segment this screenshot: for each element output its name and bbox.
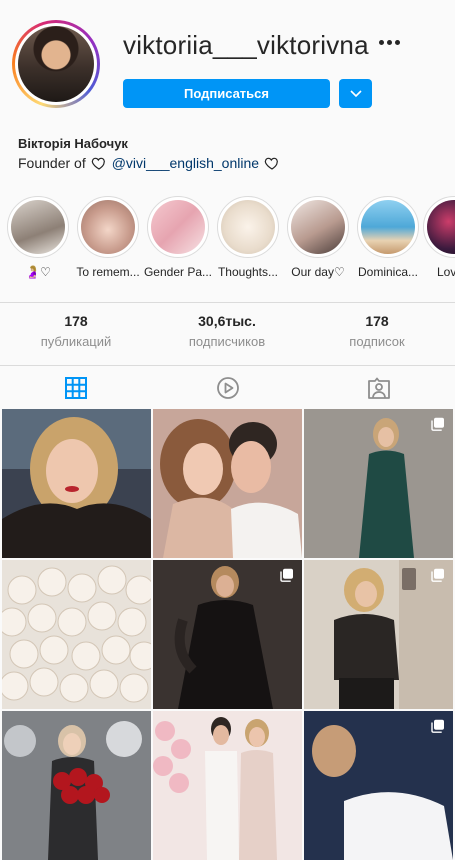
- heart-icon: [264, 157, 278, 170]
- followers-count-label: подписчиков: [188, 334, 266, 349]
- story-highlights: 🤰🏼♡ To remem... Gender Pa... Thoughts...…: [0, 196, 455, 288]
- multiple-posts-icon: [280, 568, 293, 582]
- following-count-value: 178: [365, 313, 389, 329]
- posts-count: 178 публикаций: [11, 313, 141, 349]
- bio-prefix: Founder of: [18, 155, 86, 171]
- post-image: [153, 560, 302, 709]
- highlight-item[interactable]: To remem...: [73, 196, 143, 279]
- highlight-item[interactable]: Our day♡: [283, 196, 353, 279]
- highlight-item[interactable]: Gender Pa...: [143, 196, 213, 279]
- post-image: [153, 711, 302, 860]
- tab-tagged[interactable]: [303, 366, 454, 410]
- multiple-posts-icon: [431, 417, 444, 431]
- following-count[interactable]: 178 подписок: [312, 313, 442, 349]
- highlight-label: Our day♡: [291, 265, 345, 279]
- profile-username: viktoriia___viktorivna: [123, 30, 369, 60]
- highlight-label: 🤰🏼♡: [25, 265, 51, 279]
- post-image: [2, 711, 151, 860]
- profile-stats: 178 публикаций 30,6тыс. подписчиков 178 …: [0, 313, 455, 353]
- post-image: [153, 409, 302, 558]
- post-thumbnail[interactable]: [153, 409, 302, 558]
- highlight-item[interactable]: Lov: [423, 196, 455, 279]
- post-thumbnail[interactable]: [304, 711, 453, 860]
- post-thumbnail[interactable]: [304, 409, 453, 558]
- highlight-label: Lov: [437, 265, 455, 279]
- post-thumbnail[interactable]: [153, 560, 302, 709]
- tab-reels[interactable]: [152, 366, 303, 410]
- highlight-label: Dominica...: [357, 265, 419, 279]
- profile-bio: Founder of @vivi___english_online: [18, 155, 280, 171]
- tagged-icon: [367, 377, 390, 399]
- highlight-label: To remem...: [76, 265, 140, 279]
- bio-link[interactable]: @vivi___english_online: [112, 155, 259, 171]
- highlight-label: Thoughts...: [217, 265, 279, 279]
- profile-header: viktoriia___viktorivna Подписаться: [0, 0, 455, 135]
- profile-full-name: Вікторія Набочук: [18, 136, 128, 151]
- post-image: [304, 711, 453, 860]
- highlight-item[interactable]: Thoughts...: [213, 196, 283, 279]
- multiple-posts-icon: [431, 568, 444, 582]
- post-image: [304, 560, 453, 709]
- divider: [0, 302, 455, 303]
- suggestions-dropdown-button[interactable]: [339, 79, 372, 108]
- grid-icon: [64, 377, 87, 399]
- highlight-item[interactable]: 🤰🏼♡: [3, 196, 73, 279]
- highlight-label: Gender Pa...: [143, 265, 213, 279]
- post-image: [2, 409, 151, 558]
- profile-avatar[interactable]: [12, 20, 100, 108]
- post-image: [2, 560, 151, 709]
- more-options-icon[interactable]: [374, 30, 404, 54]
- post-thumbnail[interactable]: [2, 711, 151, 860]
- posts-count-value: 178: [64, 313, 88, 329]
- post-image: [304, 409, 453, 558]
- following-count-label: подписок: [349, 334, 405, 349]
- profile-tabs: [0, 366, 455, 410]
- highlight-item[interactable]: Dominica...: [353, 196, 423, 279]
- followers-count[interactable]: 30,6тыс. подписчиков: [162, 313, 292, 349]
- post-thumbnail[interactable]: [2, 560, 151, 709]
- reels-icon: [216, 377, 239, 399]
- tab-posts[interactable]: [0, 366, 151, 410]
- chevron-down-icon: [349, 89, 362, 97]
- post-thumbnail[interactable]: [304, 560, 453, 709]
- post-thumbnail[interactable]: [2, 409, 151, 558]
- posts-count-label: публикаций: [40, 334, 112, 349]
- follow-button[interactable]: Подписаться: [123, 79, 330, 108]
- heart-icon: [91, 157, 105, 170]
- post-thumbnail[interactable]: [153, 711, 302, 860]
- multiple-posts-icon: [431, 719, 444, 733]
- followers-count-value: 30,6тыс.: [198, 313, 256, 329]
